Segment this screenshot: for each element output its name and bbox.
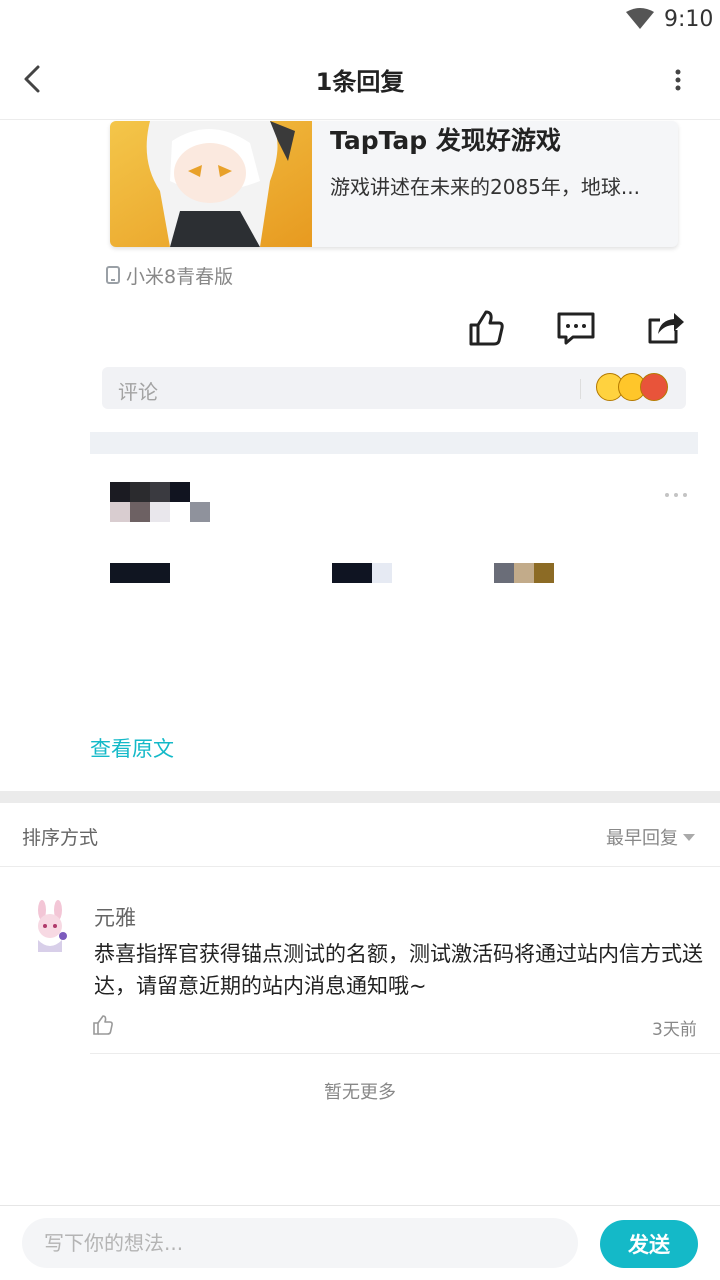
view-original-link[interactable]: 查看原文 — [90, 733, 174, 763]
more-horizontal-icon[interactable] — [664, 490, 688, 500]
chevron-down-icon[interactable] — [683, 834, 695, 841]
divider — [580, 379, 581, 399]
emoji-shortcuts[interactable] — [596, 373, 668, 401]
no-more-label: 暂无更多 — [324, 1082, 396, 1103]
reply-input-bar: 发送 — [0, 1205, 720, 1280]
game-title: TapTap 发现好游戏 — [330, 126, 561, 155]
device-info: 小米8青春版 — [106, 262, 233, 288]
reply-content: 恭喜指挥官获得锚点测试的名额，测试激活码将通过站内信方式送达，请留意近期的站内消… — [94, 942, 703, 998]
status-bar: 9:10 — [0, 0, 720, 40]
thumbs-up-icon[interactable] — [92, 1014, 114, 1036]
send-button[interactable]: 发送 — [600, 1220, 698, 1268]
avatar[interactable] — [30, 900, 70, 952]
comment-input-bar[interactable]: 评论 — [102, 367, 686, 409]
comment-icon[interactable] — [556, 308, 596, 348]
shared-game-card[interactable]: TapTap 发现好游戏 游戏讲述在未来的2085年，地球... — [110, 121, 678, 247]
game-cover-image — [110, 121, 312, 247]
blurred-content-strip — [90, 432, 698, 454]
angry-emoji-icon[interactable] — [640, 373, 668, 401]
sort-dropdown[interactable]: 最早回复 — [606, 824, 678, 850]
sort-label: 排序方式 — [22, 827, 99, 849]
header: 1条回复 — [0, 40, 720, 120]
phone-icon — [106, 266, 120, 284]
page-title: 1条回复 — [315, 68, 405, 96]
sort-row: 排序方式 最早回复 — [0, 803, 720, 867]
thumbs-up-icon[interactable] — [466, 308, 506, 348]
comment-placeholder: 评论 — [118, 380, 158, 404]
game-description: 游戏讲述在未来的2085年，地球... — [330, 175, 640, 199]
share-icon[interactable] — [646, 308, 686, 348]
reply-input[interactable] — [22, 1218, 578, 1268]
wifi-icon — [626, 8, 654, 29]
reply-author[interactable]: 元雅 — [94, 902, 136, 932]
reply-timestamp: 3天前 — [652, 1020, 697, 1040]
section-divider — [0, 791, 720, 803]
device-label: 小米8青春版 — [126, 265, 234, 288]
more-vertical-icon[interactable] — [666, 64, 690, 96]
status-time: 9:10 — [664, 7, 714, 32]
divider — [90, 1053, 720, 1054]
